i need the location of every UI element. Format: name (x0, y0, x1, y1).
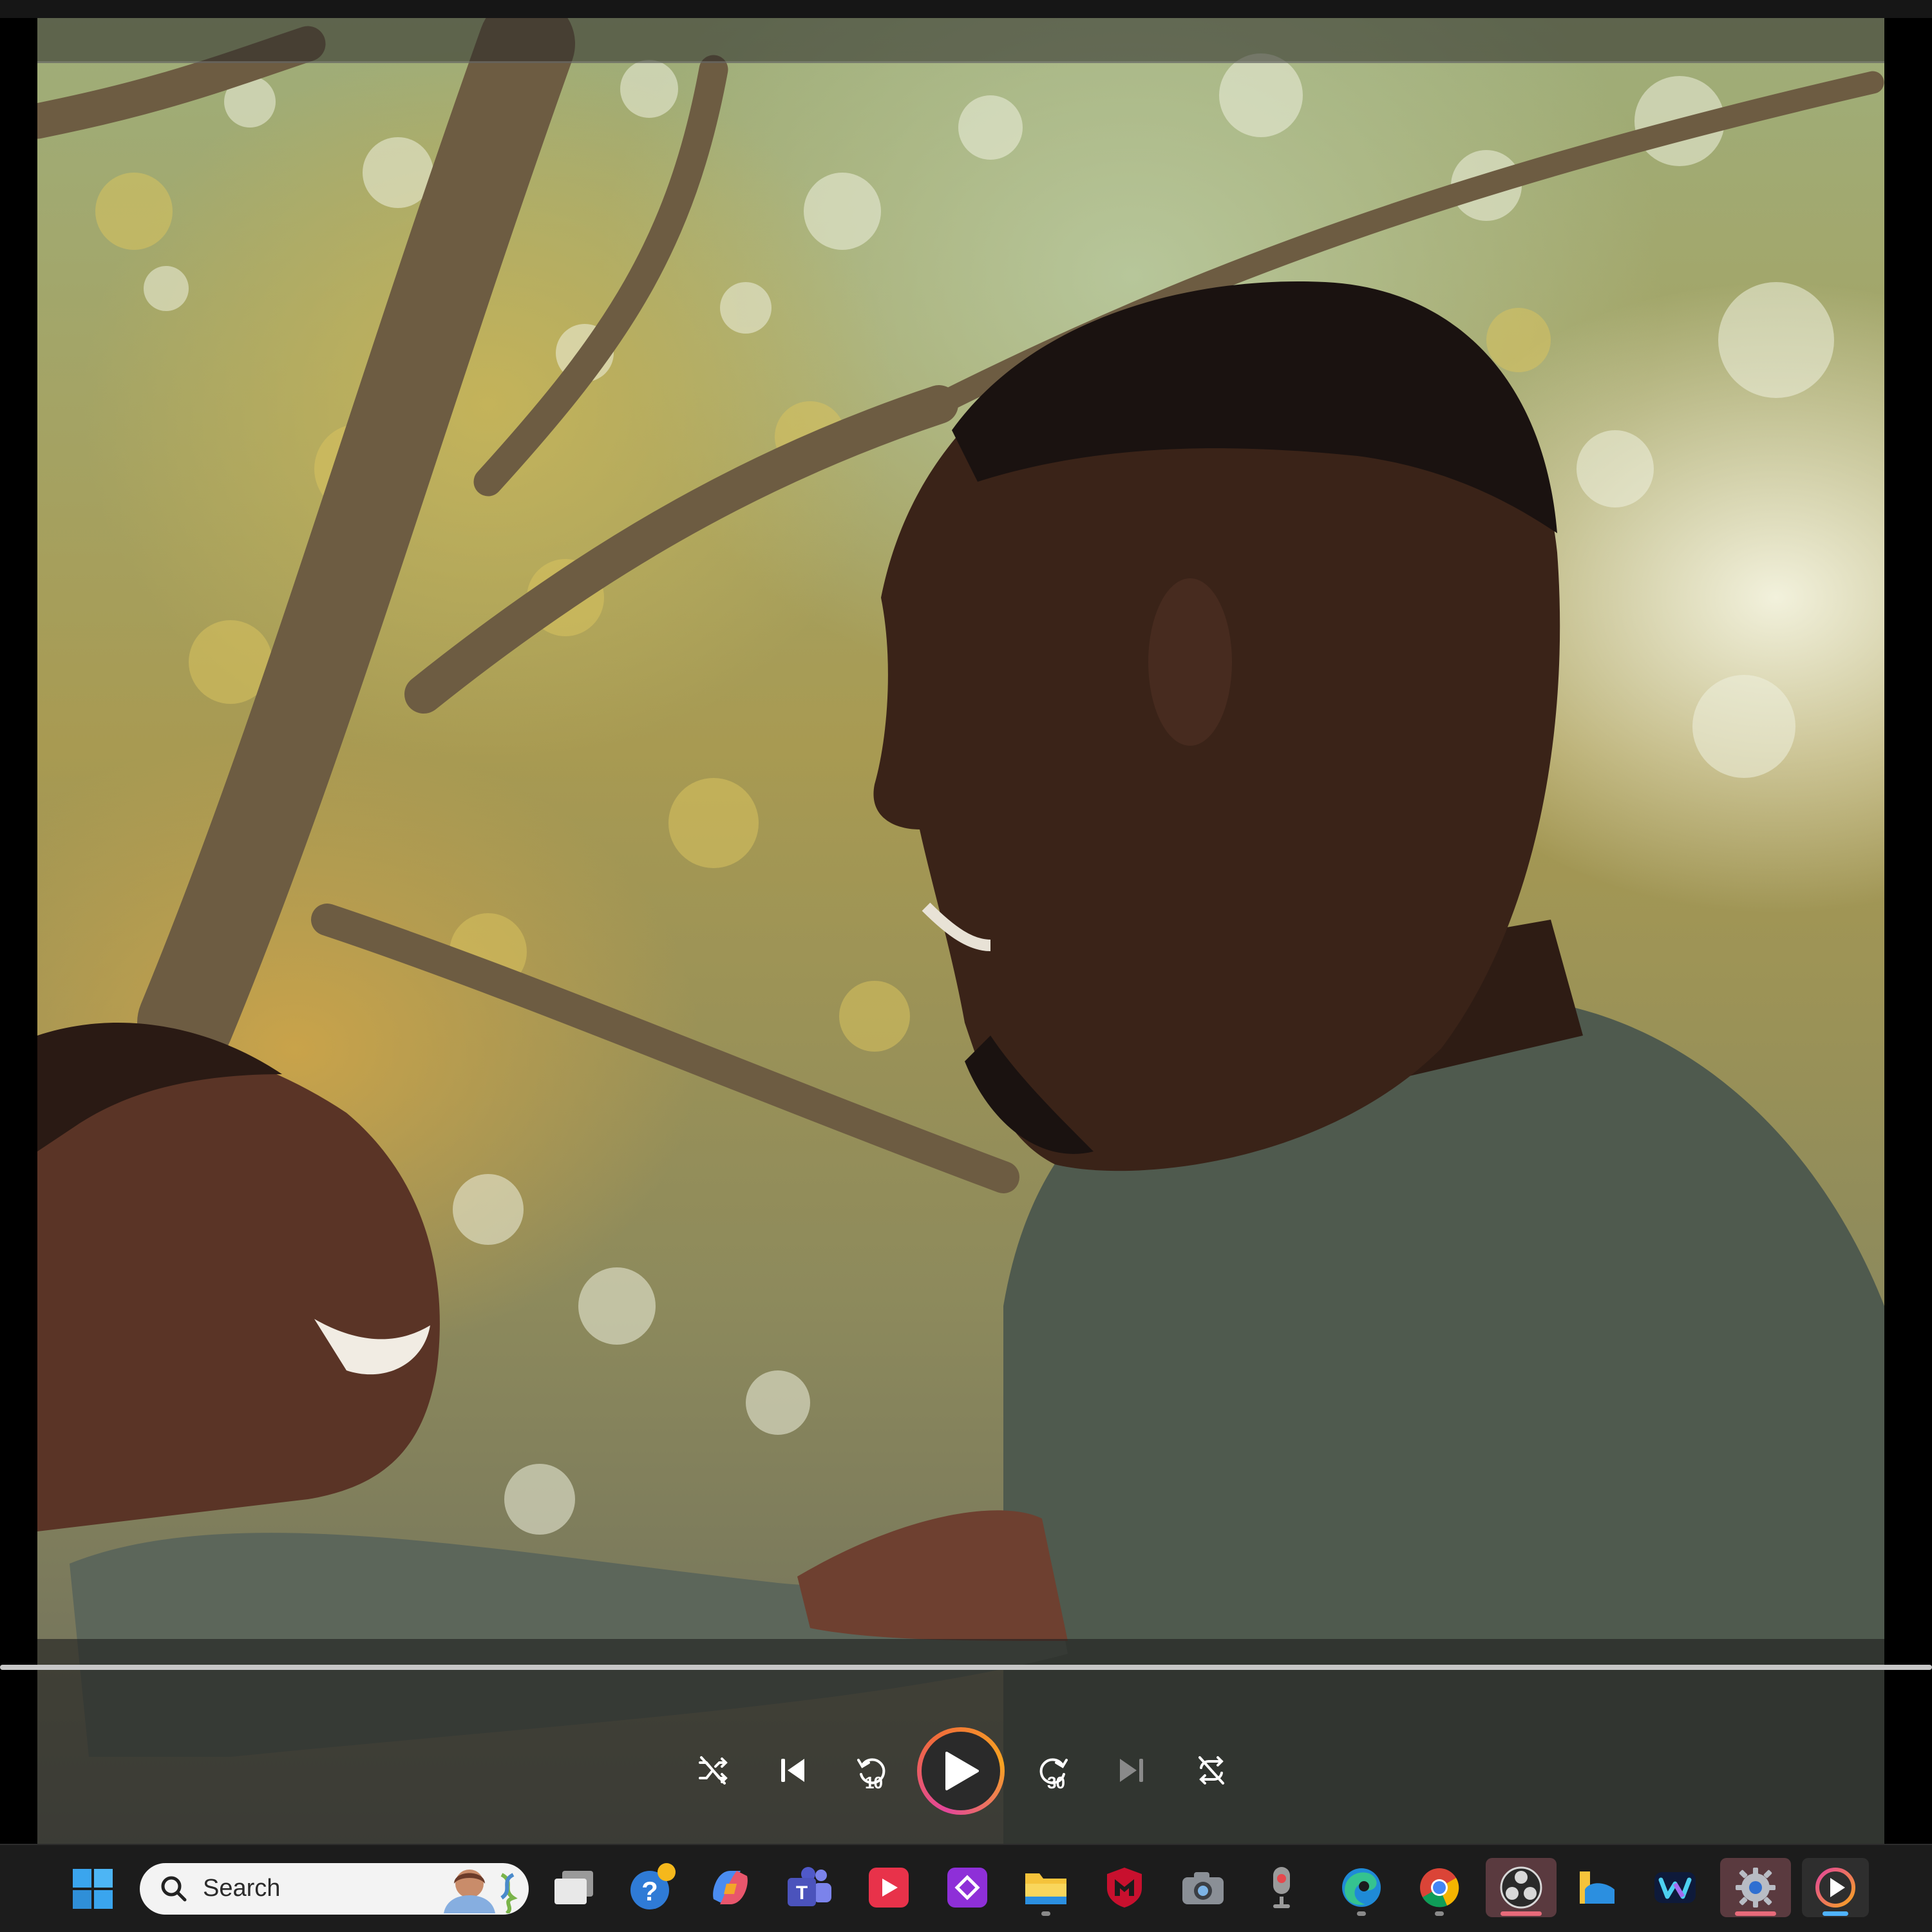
running-indicator (1041, 1911, 1050, 1916)
taskbar-search[interactable]: Search (140, 1863, 529, 1915)
camera-button[interactable] (1172, 1858, 1234, 1917)
teams-button[interactable]: T (779, 1858, 840, 1917)
file-share-button[interactable] (1566, 1858, 1628, 1917)
skip-back-seconds: 10 (865, 1773, 883, 1792)
file-explorer-button[interactable] (1015, 1858, 1077, 1917)
task-view-button[interactable] (544, 1858, 605, 1917)
copilot-icon (713, 1871, 748, 1904)
shuffle-button[interactable] (690, 1747, 736, 1794)
search-placeholder: Search (203, 1875, 281, 1902)
skip-forward-seconds: 30 (1047, 1773, 1065, 1792)
svg-text:T: T (796, 1882, 808, 1904)
settings-button[interactable] (1720, 1858, 1791, 1917)
mcafee-button[interactable] (1094, 1858, 1155, 1917)
video-scene (37, 18, 1884, 1844)
get-help-button[interactable]: ? (621, 1858, 683, 1917)
power-automate-button[interactable] (936, 1858, 998, 1917)
voice-recorder-icon (1273, 1867, 1290, 1908)
next-icon (1120, 1759, 1143, 1782)
chrome-button[interactable] (1408, 1858, 1470, 1917)
shuffle-icon (699, 1756, 728, 1785)
media-player-pinned-button[interactable] (858, 1858, 920, 1917)
teams-icon: T (788, 1867, 831, 1906)
repeat-off-icon (1198, 1756, 1224, 1785)
start-button[interactable] (62, 1859, 124, 1918)
screen: 10 30 Search ? T (0, 0, 1932, 1932)
skip-forward-button[interactable]: 30 (1030, 1747, 1077, 1794)
play-button[interactable] (917, 1727, 1005, 1815)
media-player-active-button[interactable] (1802, 1858, 1869, 1917)
active-indicator (1735, 1911, 1776, 1916)
search-icon (161, 1876, 187, 1902)
chrome-icon (1420, 1868, 1459, 1908)
file-share-icon (1580, 1871, 1615, 1904)
previous-button[interactable] (770, 1747, 816, 1794)
svg-text:?: ? (641, 1876, 658, 1906)
get-help-icon: ? (630, 1863, 676, 1909)
obs-studio-button[interactable] (1486, 1858, 1557, 1917)
settings-icon (1736, 1868, 1776, 1908)
previous-icon (781, 1759, 804, 1782)
obs-studio-icon (1500, 1866, 1542, 1909)
clipchamp-icon (1654, 1872, 1696, 1903)
next-button[interactable] (1108, 1747, 1155, 1794)
search-highlight-icon (444, 1870, 518, 1913)
seek-bar[interactable] (0, 1665, 1932, 1670)
active-indicator (1823, 1911, 1848, 1916)
media-player-active-icon (1815, 1868, 1855, 1908)
running-indicator (1435, 1911, 1444, 1916)
voice-recorder-button[interactable] (1251, 1858, 1312, 1917)
video-frame[interactable] (37, 18, 1884, 1844)
edge-icon (1342, 1868, 1381, 1907)
copilot-button[interactable] (699, 1858, 761, 1917)
camera-icon (1182, 1872, 1224, 1904)
active-indicator (1501, 1911, 1542, 1916)
mcafee-icon (1107, 1868, 1142, 1908)
running-indicator (1357, 1911, 1366, 1916)
window-top-bar (0, 0, 1932, 18)
edge-button[interactable] (1331, 1858, 1392, 1917)
play-icon (945, 1752, 979, 1790)
play-tile-icon (882, 1879, 898, 1897)
windows-start-icon (73, 1869, 113, 1909)
skip-back-button[interactable]: 10 (848, 1747, 895, 1794)
clipchamp-button[interactable] (1644, 1858, 1706, 1917)
file-explorer-icon (1025, 1873, 1066, 1904)
task-view-icon (554, 1871, 593, 1904)
repeat-button[interactable] (1188, 1747, 1235, 1794)
title-bar-overlay (37, 18, 1884, 63)
power-automate-icon (954, 1875, 980, 1900)
